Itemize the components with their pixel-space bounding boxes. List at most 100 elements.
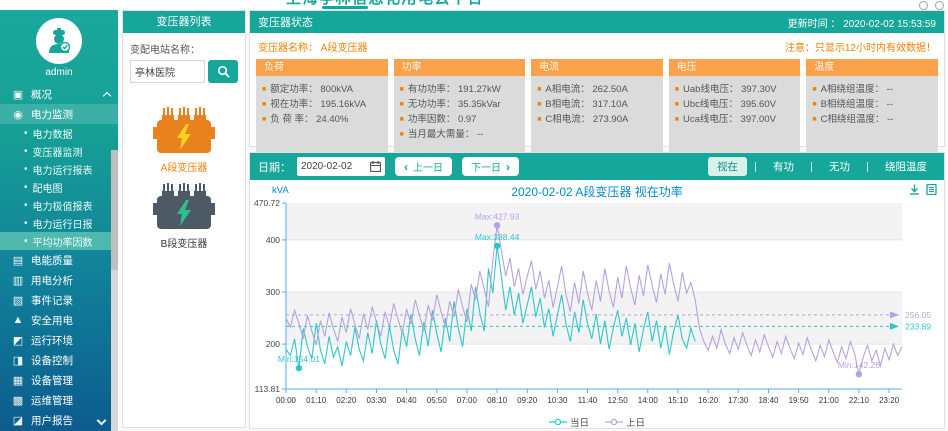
status-panel-title: 变压器状态 xyxy=(258,14,313,30)
sidebar-item-label: 运行环境 xyxy=(31,333,73,348)
status-card-2: 电流■A相电流： 262.50A■B相电流： 317.10A■C相电流： 273… xyxy=(531,59,663,156)
maintenance-icon: ▩ xyxy=(12,394,24,407)
events-icon: ▧ xyxy=(12,294,24,307)
quality-icon: ▤ xyxy=(12,254,24,267)
transformer-item-0[interactable]: A段变压器 xyxy=(153,107,215,174)
engineer-icon xyxy=(44,26,74,56)
y-tick-label: 400 xyxy=(266,235,280,245)
chart-area: 2020-02-02 A段变压器 视在功率 kVA 113.8120030040… xyxy=(250,180,944,428)
card-title: 电压 xyxy=(669,59,801,76)
sidebar-item-6[interactable]: •电力极值报表 xyxy=(0,196,118,214)
avg-markline-label-0: 233.89 xyxy=(905,321,931,331)
card-metric: ■B相绕组温度： -- xyxy=(812,97,932,112)
card-title: 功率 xyxy=(394,59,526,76)
active-tab-indicator xyxy=(322,6,368,9)
card-body: ■额定功率： 800kVA■视在功率： 195.16kVA■负 荷 率： 24.… xyxy=(256,76,388,156)
sidebar-item-label: 安全用电 xyxy=(31,313,73,328)
prev-day-button[interactable]: ‹ 上一日 xyxy=(395,157,452,176)
bullet-square-icon: ■ xyxy=(812,116,816,123)
sidebar-item-11[interactable]: ▧事件记录 xyxy=(0,290,118,310)
x-tick-label: 19:50 xyxy=(789,396,810,405)
transformer-list-title: 变压器列表 xyxy=(123,11,245,33)
sidebar-item-label: 变压器监测 xyxy=(33,144,83,159)
chevron-left-icon: ‹ xyxy=(404,161,408,173)
transformer-list-items: A段变压器 B段变压器 xyxy=(123,107,245,259)
transformer-label: B段变压器 xyxy=(161,235,208,250)
date-value: 2020-02-02 xyxy=(301,161,352,172)
sidebar-item-label: 电力运行报表 xyxy=(33,162,93,177)
max-marker-0 xyxy=(494,243,500,249)
x-tick-label: 17:30 xyxy=(728,396,749,405)
bullet-icon: • xyxy=(24,182,28,193)
mode-button-1[interactable]: 有功 xyxy=(764,157,803,176)
bullet-icon: • xyxy=(24,146,28,157)
legend-item-1[interactable]: 上日 xyxy=(605,415,645,429)
x-tick-label: 12:50 xyxy=(608,396,629,405)
card-metric: ■负 荷 率： 24.40% xyxy=(262,112,382,127)
bullet-square-icon: ■ xyxy=(537,86,541,93)
bullet-icon: • xyxy=(24,218,28,229)
chevron-up-icon[interactable] xyxy=(103,91,111,99)
sidebar-item-5[interactable]: •配电图 xyxy=(0,178,118,196)
x-tick-label: 03:30 xyxy=(366,396,387,405)
user-icon[interactable] xyxy=(935,1,944,10)
card-title: 负荷 xyxy=(256,59,388,76)
card-title: 温度 xyxy=(806,59,938,76)
x-tick-label: 18:40 xyxy=(758,396,779,405)
sidebar-item-label: 电力监测 xyxy=(31,107,73,122)
device-icon: ▦ xyxy=(12,374,24,387)
sidebar-item-4[interactable]: • 电力运行报表 xyxy=(0,160,118,178)
avatar[interactable] xyxy=(36,18,82,64)
sidebar-item-12[interactable]: ▲ 安全用电 xyxy=(0,310,118,330)
mode-button-3[interactable]: 绕阻温度 xyxy=(876,157,936,176)
mode-separator xyxy=(755,162,756,172)
sidebar-item-label: 运维管理 xyxy=(31,393,73,408)
next-day-button[interactable]: 下一日 › xyxy=(462,157,519,176)
x-tick-label: 07:00 xyxy=(457,396,478,405)
card-metric: ■Ubc线电压： 395.60V xyxy=(675,97,795,112)
desktop-icon: ▣ xyxy=(12,88,24,101)
x-tick-label: 23:20 xyxy=(879,396,900,405)
sidebar-item-15[interactable]: ▦设备管理 xyxy=(0,370,118,390)
status-card-0: 负荷■额定功率： 800kVA■视在功率： 195.16kVA■负 荷 率： 2… xyxy=(256,59,388,156)
sidebar-item-3[interactable]: • 变压器监测 xyxy=(0,142,118,160)
bullet-square-icon: ■ xyxy=(675,116,679,123)
date-picker[interactable]: 2020-02-02 xyxy=(297,157,385,176)
safety-icon: ▲ xyxy=(12,314,24,326)
x-tick-label: 11:40 xyxy=(578,396,598,405)
notification-icon[interactable] xyxy=(919,1,928,10)
max-marker-1 xyxy=(494,222,500,228)
legend-item-0[interactable]: 当日 xyxy=(549,415,589,429)
mode-button-2[interactable]: 无功 xyxy=(820,157,859,176)
split-band xyxy=(286,203,902,240)
sidebar-item-10[interactable]: ▥用电分析 xyxy=(0,270,118,290)
sidebar-item-9[interactable]: ▤电能质量 xyxy=(0,250,118,270)
sidebar-item-16[interactable]: ▩ 运维管理 xyxy=(0,390,118,410)
sidebar-item-1[interactable]: ◉电力监测 xyxy=(0,104,118,124)
sidebar-item-8[interactable]: •平均功率因数 xyxy=(0,232,118,250)
status-card-3: 电压■Uab线电压： 397.30V■Ubc线电压： 395.60V■Uca线电… xyxy=(669,59,801,156)
transformer-icon xyxy=(153,183,215,233)
date-label: 日期： xyxy=(258,159,291,175)
sidebar-item-14[interactable]: ◨设备控制 xyxy=(0,350,118,370)
x-tick-label: 09:20 xyxy=(517,396,538,405)
legend-line-icon xyxy=(549,418,567,426)
bullet-square-icon: ■ xyxy=(400,86,404,93)
station-search-input[interactable] xyxy=(130,60,205,83)
sidebar-item-13[interactable]: ◩ 运行环境 xyxy=(0,330,118,350)
sidebar-item-7[interactable]: •电力运行日报 xyxy=(0,214,118,232)
transformer-item-1[interactable]: B段变压器 xyxy=(153,183,215,250)
sidebar-scrollbar[interactable] xyxy=(111,150,118,431)
mode-button-0[interactable]: 视在 xyxy=(708,157,747,176)
measure-mode-group: 视在有功无功绕阻温度 xyxy=(708,157,936,176)
search-button[interactable] xyxy=(208,60,238,83)
legend-label: 上日 xyxy=(626,415,645,429)
sidebar-item-label: 用电分析 xyxy=(31,273,73,288)
sidebar-item-2[interactable]: •电力数据 xyxy=(0,124,118,142)
sidebar-item-0[interactable]: ▣概况 xyxy=(0,84,118,104)
bullet-square-icon: ■ xyxy=(400,101,404,108)
transformer-label: A段变压器 xyxy=(161,159,208,174)
card-metric: ■B相电流： 317.10A xyxy=(537,97,657,112)
environment-icon: ◩ xyxy=(12,334,24,347)
bullet-icon: • xyxy=(24,164,28,175)
